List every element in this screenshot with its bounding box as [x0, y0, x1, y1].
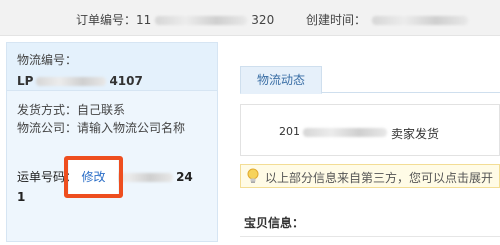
redacted-order-number — [155, 16, 248, 25]
tracking-log-status: 卖家发货 — [391, 127, 440, 141]
order-number-label: 订单编号： — [76, 13, 137, 27]
logistics-number-suffix: 4107 — [109, 74, 143, 88]
redacted-tracking-time — [303, 127, 387, 137]
order-info-bar: 订单编号：11 320 创建时间： — [0, 0, 500, 36]
tab-logistics-status[interactable]: 物流动态 — [240, 66, 322, 94]
logistics-company-label: 物流公司： — [17, 121, 78, 135]
edit-waybill-button[interactable]: 修改 — [69, 160, 118, 194]
order-number: 订单编号：11 320 — [76, 11, 274, 28]
logistics-company-value: 请输入物流公司名称 — [77, 121, 186, 135]
logistics-number-section: 物流编号： LP 4107 — [7, 43, 217, 91]
logistics-number-prefix: LP — [17, 74, 34, 88]
shipping-method-label: 发货方式： — [17, 103, 78, 117]
waybill-suffix: 24 — [176, 170, 193, 184]
lightbulb-icon — [246, 168, 260, 184]
goods-divider — [240, 236, 500, 237]
goods-info-title: 宝贝信息： — [244, 216, 305, 230]
logistics-tracking-area: 物流动态 201 卖家发货 以上部分信息来自第三方，您可以点击展开 宝贝信息： — [232, 42, 500, 245]
order-number-suffix: 320 — [251, 13, 275, 27]
created-time-label: 创建时间： — [306, 13, 367, 27]
notice-text: 以上部分信息来自第三方，您可以点击展开 — [265, 171, 494, 185]
redacted-created-time — [372, 16, 469, 25]
waybill-line2: 1 — [17, 190, 26, 204]
tracking-log-time: 201 — [279, 125, 387, 138]
order-created-time: 创建时间： — [306, 11, 469, 28]
logistics-company-row: 物流公司：请输入物流公司名称 — [17, 119, 207, 137]
logistics-info-panel: 物流编号： LP 4107 发货方式：自己联系 物流公司：请输入物流公司名称 运单… — [6, 42, 218, 242]
redacted-logistics-number — [36, 77, 107, 86]
third-party-notice: 以上部分信息来自第三方，您可以点击展开 — [240, 164, 500, 188]
shipping-method-row: 发货方式：自己联系 — [17, 101, 207, 119]
logistics-number-value: LP 4107 — [17, 74, 207, 88]
tracking-log-date-prefix: 201 — [279, 125, 300, 138]
order-number-prefix: 11 — [136, 13, 152, 27]
tracking-log: 201 卖家发货 — [240, 104, 500, 156]
tab-strip: 物流动态 — [240, 66, 500, 94]
shipping-method-value: 自己联系 — [77, 103, 126, 117]
logistics-number-label: 物流编号： — [17, 53, 78, 67]
